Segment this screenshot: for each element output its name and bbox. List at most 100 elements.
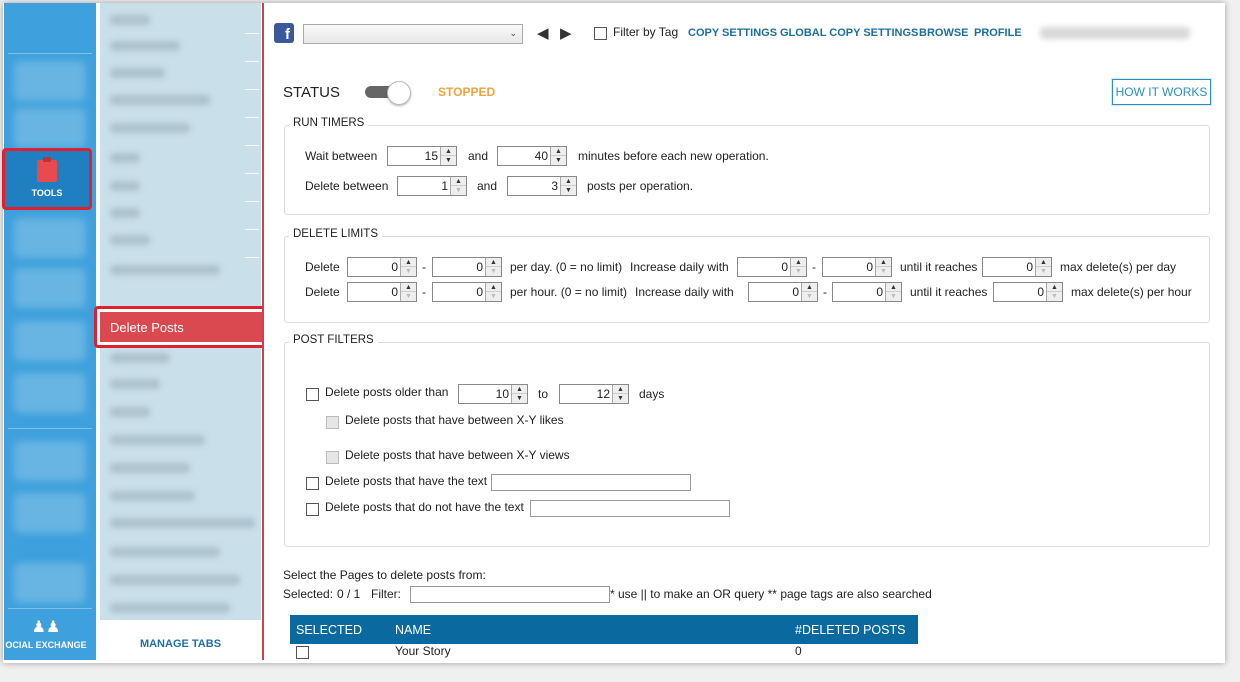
per-hour-to-stepper[interactable]: 0 ▲ ▼ [432,282,502,302]
sidebar-blurred-item[interactable] [14,321,86,361]
column-header-selected[interactable]: SELECTED [296,623,362,637]
likes-checkbox[interactable] [326,416,339,429]
sidebar-blurred-item[interactable] [14,493,86,533]
has-text-field[interactable] [491,474,691,491]
stepper-down-icon[interactable]: ▼ [401,292,416,301]
subnav-blurred-item[interactable] [110,603,230,613]
stepper-up-icon[interactable]: ▲ [486,258,501,267]
stepper-up-icon[interactable]: ▲ [561,177,576,186]
subnav-blurred-item[interactable] [110,153,140,163]
stepper-down-icon[interactable]: ▼ [802,292,817,301]
subnav-blurred-item[interactable] [110,407,150,417]
stepper-down-icon[interactable]: ▼ [561,186,576,195]
stepper-down-icon[interactable]: ▼ [1036,267,1051,276]
stepper-down-icon[interactable]: ▼ [401,267,416,276]
increase-to-stepper[interactable]: 0 ▲ ▼ [822,257,892,277]
stepper-down-icon[interactable]: ▼ [512,394,527,403]
status-toggle[interactable] [365,81,413,105]
max-per-day-stepper[interactable]: 0 ▲ ▼ [982,257,1052,277]
subnav-blurred-item[interactable] [110,15,150,25]
max-per-hour-stepper[interactable]: 0 ▲ ▼ [993,282,1063,302]
sidebar-blurred-item[interactable] [14,563,86,603]
subnav-blurred-item[interactable] [110,208,140,218]
stepper-up-icon[interactable]: ▲ [876,258,891,267]
subnav-blurred-item[interactable] [110,547,220,557]
increase-from-stepper[interactable]: 0 ▲ ▼ [748,282,818,302]
subnav-blurred-item[interactable] [110,575,240,585]
sidebar-item-social-exchange[interactable]: ♟♟ OCIAL EXCHANGE [0,612,92,657]
sidebar-blurred-item[interactable] [14,218,86,258]
pages-filter-input[interactable] [410,586,610,603]
delete-max-stepper[interactable]: 3 ▲ ▼ [507,176,577,196]
per-hour-from-stepper[interactable]: 0 ▲ ▼ [347,282,417,302]
subnav-blurred-item[interactable] [110,435,205,445]
stepper-up-icon[interactable]: ▲ [886,283,901,292]
stepper-down-icon[interactable]: ▼ [613,394,628,403]
not-text-field[interactable] [530,500,730,517]
subnav-blurred-item[interactable] [110,68,165,78]
sidebar-blurred-item[interactable] [14,268,86,308]
stepper-up-icon[interactable]: ▲ [451,177,466,186]
subnav-blurred-item[interactable] [110,518,255,528]
how-it-works-button[interactable]: HOW IT WORKS [1112,79,1211,105]
stepper-down-icon[interactable]: ▼ [441,156,456,165]
older-to-stepper[interactable]: 12 ▲ ▼ [559,384,629,404]
subnav-blurred-item[interactable] [110,265,220,275]
subnav-blurred-item[interactable] [110,235,150,245]
subnav-blurred-item[interactable] [110,41,180,51]
delete-min-stepper[interactable]: 1 ▲ ▼ [397,176,467,196]
subnav-blurred-item[interactable] [110,95,210,105]
increase-to-stepper[interactable]: 0 ▲ ▼ [832,282,902,302]
per-day-to-stepper[interactable]: 0 ▲ ▼ [432,257,502,277]
prev-account-icon[interactable]: ◀ [537,24,549,42]
column-header-deleted-posts[interactable]: #DELETED POSTS [795,623,905,637]
subnav-item-delete-posts[interactable]: Delete Posts [94,306,272,348]
stepper-up-icon[interactable]: ▲ [401,258,416,267]
next-account-icon[interactable]: ▶ [560,24,572,42]
older-than-checkbox[interactable] [306,388,319,401]
per-day-from-stepper[interactable]: 0 ▲ ▼ [347,257,417,277]
sidebar-blurred-item[interactable] [14,441,86,481]
stepper-down-icon[interactable]: ▼ [451,186,466,195]
row-select-checkbox[interactable] [296,646,309,659]
copy-settings-link[interactable]: COPY SETTINGS [688,27,777,39]
increase-from-stepper[interactable]: 0 ▲ ▼ [737,257,807,277]
sidebar-blurred-item[interactable] [14,108,86,148]
stepper-up-icon[interactable]: ▲ [791,258,806,267]
stepper-up-icon[interactable]: ▲ [1036,258,1051,267]
subnav-blurred-item[interactable] [110,181,140,191]
stepper-down-icon[interactable]: ▼ [1047,292,1062,301]
has-text-checkbox[interactable] [306,477,319,490]
column-header-name[interactable]: NAME [395,623,431,637]
wait-min-stepper[interactable]: 15 ▲ ▼ [387,146,457,166]
views-checkbox[interactable] [326,451,339,464]
profile-link[interactable]: PROFILE [974,27,1022,39]
table-row[interactable]: Your Story 0 [290,644,918,660]
subnav-blurred-item[interactable] [110,123,190,133]
stepper-down-icon[interactable]: ▼ [791,267,806,276]
stepper-down-icon[interactable]: ▼ [886,292,901,301]
subnav-blurred-item[interactable] [110,463,190,473]
stepper-up-icon[interactable]: ▲ [441,147,456,156]
facebook-icon[interactable]: f [274,23,294,43]
stepper-down-icon[interactable]: ▼ [486,292,501,301]
sidebar-blurred-item[interactable] [14,61,86,101]
stepper-down-icon[interactable]: ▼ [551,156,566,165]
stepper-down-icon[interactable]: ▼ [876,267,891,276]
stepper-up-icon[interactable]: ▲ [802,283,817,292]
browse-link[interactable]: BROWSE [919,27,969,39]
subnav-blurred-item[interactable] [110,491,195,501]
stepper-up-icon[interactable]: ▲ [551,147,566,156]
global-copy-settings-link[interactable]: GLOBAL COPY SETTINGS [780,27,918,39]
not-text-checkbox[interactable] [306,503,319,516]
sidebar-blurred-item[interactable] [14,373,86,413]
older-from-stepper[interactable]: 10 ▲ ▼ [458,384,528,404]
subnav-blurred-item[interactable] [110,379,160,389]
account-dropdown[interactable]: ⌄ [303,24,523,44]
filter-by-tag-checkbox[interactable] [594,27,607,40]
stepper-up-icon[interactable]: ▲ [512,385,527,394]
stepper-up-icon[interactable]: ▲ [486,283,501,292]
stepper-down-icon[interactable]: ▼ [486,267,501,276]
wait-max-stepper[interactable]: 40 ▲ ▼ [497,146,567,166]
subnav-blurred-item[interactable] [110,353,170,363]
